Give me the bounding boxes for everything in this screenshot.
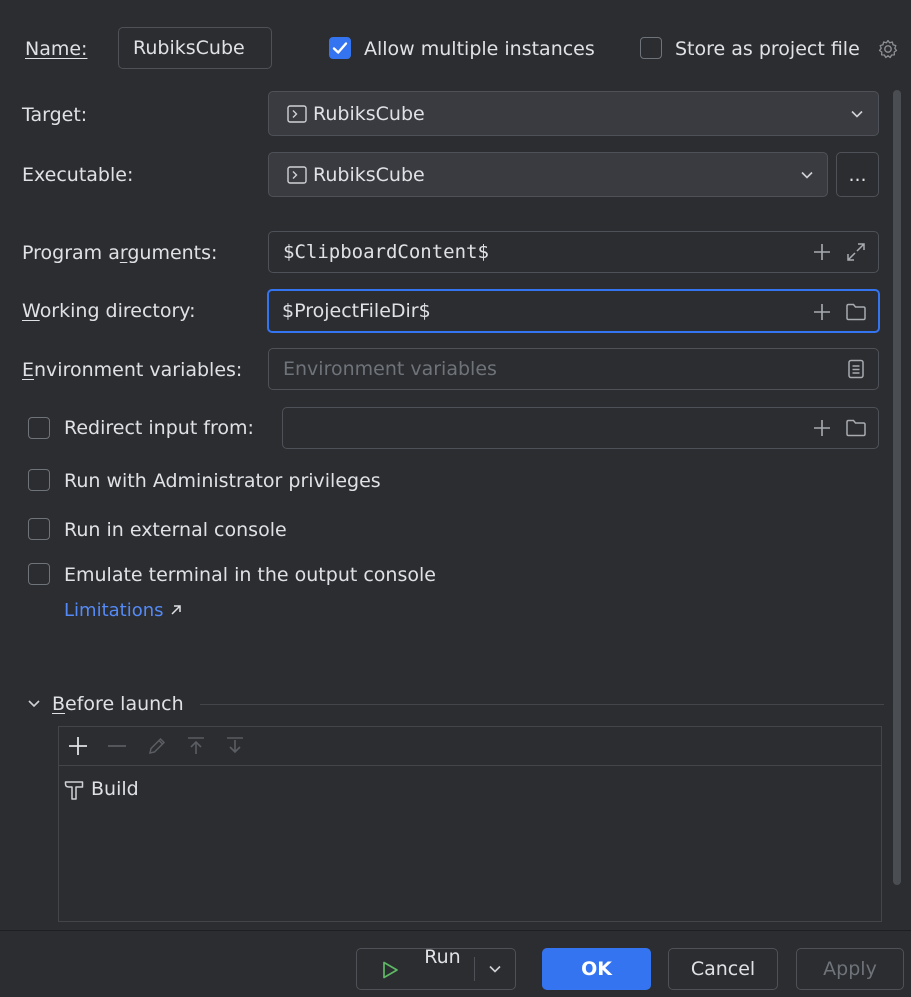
working-directory-field[interactable]: $ProjectFileDir$ xyxy=(267,289,880,333)
emulate-terminal-checkbox[interactable] xyxy=(28,563,50,585)
name-label-text: Name: xyxy=(25,38,88,60)
name-label: Name: xyxy=(25,37,87,61)
target-label: Target: xyxy=(22,104,88,126)
working-directory-value: $ProjectFileDir$ xyxy=(282,300,431,322)
browse-label: ... xyxy=(848,163,867,186)
run-external-checkbox[interactable] xyxy=(28,518,50,540)
edit-icon[interactable] xyxy=(147,736,167,756)
executable-value: RubiksCube xyxy=(313,163,425,186)
environment-variables-placeholder: Environment variables xyxy=(283,358,497,380)
folder-icon[interactable] xyxy=(845,302,867,322)
run-admin-checkbox[interactable] xyxy=(28,469,50,491)
target-value: RubiksCube xyxy=(313,102,425,125)
run-button-group: Run xyxy=(356,946,516,990)
ok-button[interactable]: OK xyxy=(542,948,651,990)
name-value: RubiksCube xyxy=(133,37,245,59)
play-icon xyxy=(383,961,398,979)
expand-icon[interactable] xyxy=(845,241,867,263)
checkmark-icon xyxy=(332,41,347,54)
before-launch-panel: Build xyxy=(58,726,882,922)
run-button[interactable]: Run xyxy=(357,946,474,989)
folder-icon[interactable] xyxy=(845,418,867,438)
footer-divider xyxy=(0,930,911,931)
before-launch-title[interactable]: Before launch xyxy=(52,692,184,716)
target-combobox[interactable]: RubiksCube xyxy=(268,91,879,136)
chevron-down-icon xyxy=(851,110,863,118)
working-directory-label: Working directory: xyxy=(22,300,196,322)
store-as-project-label: Store as project file xyxy=(675,38,860,60)
redirect-input-checkbox[interactable] xyxy=(28,417,50,439)
limitations-link[interactable]: Limitations xyxy=(64,599,183,623)
name-field[interactable]: RubiksCube xyxy=(118,27,272,69)
run-admin-label: Run with Administrator privileges xyxy=(64,470,381,492)
store-as-project-checkbox[interactable] xyxy=(640,37,662,59)
apply-button-label: Apply xyxy=(823,958,877,980)
document-icon[interactable] xyxy=(847,359,865,379)
chevron-down-icon[interactable] xyxy=(26,697,42,711)
before-launch-toolbar xyxy=(59,727,881,766)
executable-label: Executable: xyxy=(22,164,134,186)
limitations-link-text[interactable]: Limitations xyxy=(64,600,164,621)
program-arguments-field[interactable]: $ClipboardContent$ xyxy=(268,231,879,273)
run-button-label: Run xyxy=(424,946,461,968)
chevron-down-icon xyxy=(489,965,501,973)
plus-icon[interactable] xyxy=(812,242,832,262)
run-external-label: Run in external console xyxy=(64,519,287,541)
divider xyxy=(200,704,884,705)
hammer-icon xyxy=(64,781,84,800)
allow-multiple-label: Allow multiple instances xyxy=(364,38,595,60)
redirect-input-label: Redirect input from: xyxy=(64,417,254,439)
move-up-icon[interactable] xyxy=(186,736,206,756)
move-down-icon[interactable] xyxy=(225,736,245,756)
run-options-dropdown[interactable] xyxy=(475,949,515,989)
terminal-icon xyxy=(287,105,307,123)
build-item-label: Build xyxy=(91,778,139,800)
external-link-icon xyxy=(171,605,181,615)
redirect-input-field[interactable] xyxy=(282,407,879,449)
environment-variables-field[interactable]: Environment variables xyxy=(268,348,879,390)
environment-variables-label: Environment variables: xyxy=(22,359,243,381)
program-arguments-label: Program arguments: xyxy=(22,242,218,264)
plus-icon[interactable] xyxy=(812,302,832,322)
scrollbar[interactable] xyxy=(893,90,901,885)
executable-browse-button[interactable]: ... xyxy=(836,152,879,197)
ok-button-label: OK xyxy=(581,958,612,980)
gear-icon[interactable] xyxy=(877,38,899,60)
emulate-terminal-label: Emulate terminal in the output console xyxy=(64,564,436,586)
cancel-button-label: Cancel xyxy=(690,958,756,980)
program-arguments-value: $ClipboardContent$ xyxy=(283,241,489,263)
chevron-down-icon xyxy=(801,171,813,179)
apply-button[interactable]: Apply xyxy=(796,948,904,990)
terminal-icon xyxy=(287,166,307,184)
cancel-button[interactable]: Cancel xyxy=(668,948,778,990)
plus-icon[interactable] xyxy=(812,418,832,438)
executable-combobox[interactable]: RubiksCube xyxy=(268,152,828,197)
allow-multiple-checkbox[interactable] xyxy=(329,37,351,59)
minus-icon[interactable] xyxy=(107,736,127,756)
plus-icon[interactable] xyxy=(68,736,88,756)
list-item[interactable]: Build xyxy=(63,777,263,803)
